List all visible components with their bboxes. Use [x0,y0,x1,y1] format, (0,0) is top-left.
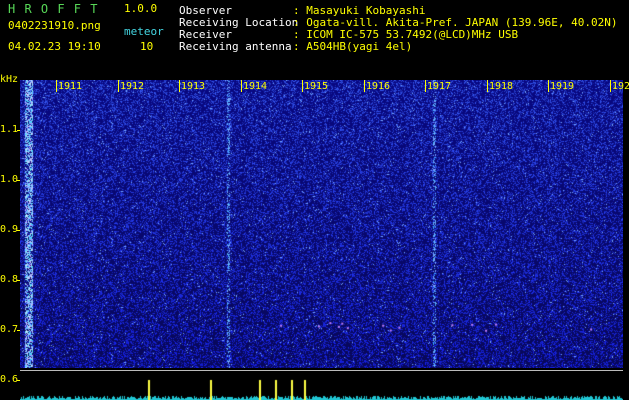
app-name: H R O F F T [8,2,99,16]
x-tick-label: 1911 [58,81,83,92]
x-tick-label: 1920 [612,81,629,92]
x-tick-label: 1917 [427,81,452,92]
y-tick-mark [17,130,20,131]
x-tick-mark [425,80,426,92]
separator-line-top [20,370,623,371]
y-tick-mark [17,280,20,281]
x-tick-label: 1916 [366,81,391,92]
hroffft-window: H R O F F T 1.0.0 0402231910.png meteor … [0,0,629,400]
x-tick-label: 1915 [304,81,329,92]
y-tick-mark [17,230,20,231]
x-tick-mark [302,80,303,92]
x-tick-mark [118,80,119,92]
y-tick-mark [17,330,20,331]
app-version: 1.0.0 [124,2,158,15]
x-tick-mark [548,80,549,92]
x-tick-label: 1919 [550,81,575,92]
info-antenna-value: : A504HB(yagi 4el) [293,40,413,53]
x-tick-label: 1918 [489,81,514,92]
meteor-count: 10 [140,40,154,53]
y-tick-mark [17,180,20,181]
x-tick-label: 1912 [120,81,145,92]
y-axis-unit: kHz [0,74,19,85]
x-tick-mark [610,80,611,92]
meteor-label: meteor [124,25,164,38]
timestamp: 04.02.23 19:10 [8,40,101,53]
x-tick-mark [179,80,180,92]
meteor-echo-strip [20,378,623,400]
x-tick-mark [241,80,242,92]
x-tick-mark [487,80,488,92]
x-tick-label: 1913 [181,81,206,92]
x-tick-label: 1914 [243,81,268,92]
spectrogram-canvas [20,80,623,368]
info-antenna-key: Receiving antenna [179,40,292,53]
image-filename: 0402231910.png [8,19,101,32]
x-tick-mark [56,80,57,92]
x-tick-mark [364,80,365,92]
